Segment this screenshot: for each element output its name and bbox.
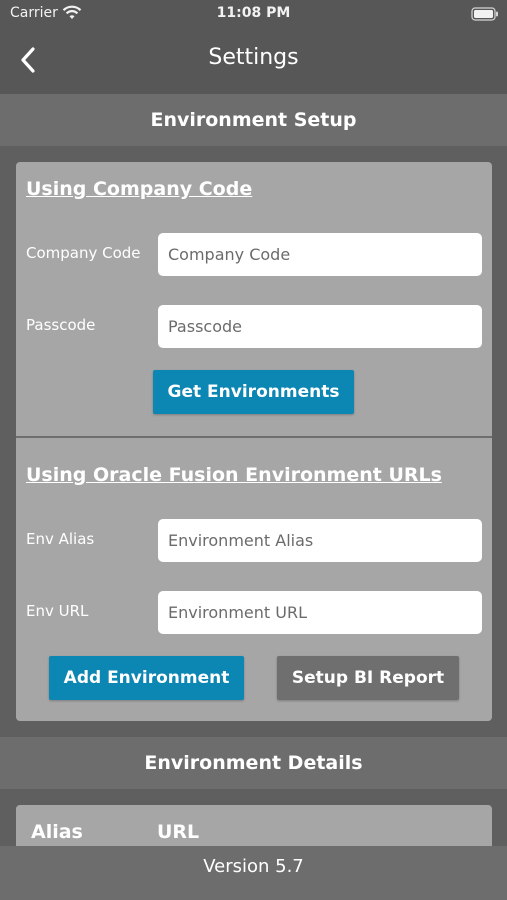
version-footer: Version 5.7: [0, 846, 507, 900]
company-code-input[interactable]: [158, 233, 482, 276]
company-code-section-title: Using Company Code: [26, 178, 253, 200]
setup-bi-report-button[interactable]: Setup BI Report: [277, 656, 459, 700]
env-alias-input[interactable]: [158, 519, 482, 562]
url-section-title: Using Oracle Fusion Environment URLs: [26, 464, 442, 486]
get-environments-button[interactable]: Get Environments: [153, 370, 354, 414]
alias-column-header: Alias: [31, 821, 83, 843]
section-divider: [16, 436, 492, 438]
company-code-label: Company Code: [26, 244, 141, 262]
clock: 11:08 PM: [216, 5, 291, 21]
passcode-label: Passcode: [26, 316, 96, 334]
environment-details-header: Environment Details: [0, 737, 507, 789]
status-bar: Carrier 11:08 PM: [0, 0, 507, 28]
env-url-input[interactable]: [158, 591, 482, 634]
environment-setup-card: Using Company Code Company Code Passcode…: [16, 162, 492, 721]
url-column-header: URL: [157, 821, 200, 843]
env-alias-label: Env Alias: [26, 530, 95, 548]
environment-setup-header: Environment Setup: [0, 94, 507, 146]
add-environment-button[interactable]: Add Environment: [49, 656, 244, 700]
passcode-input[interactable]: [158, 305, 482, 348]
page-title: Settings: [208, 45, 299, 70]
env-url-label: Env URL: [26, 602, 89, 620]
battery-icon: [471, 7, 498, 21]
navigation-bar: Settings: [0, 28, 507, 94]
